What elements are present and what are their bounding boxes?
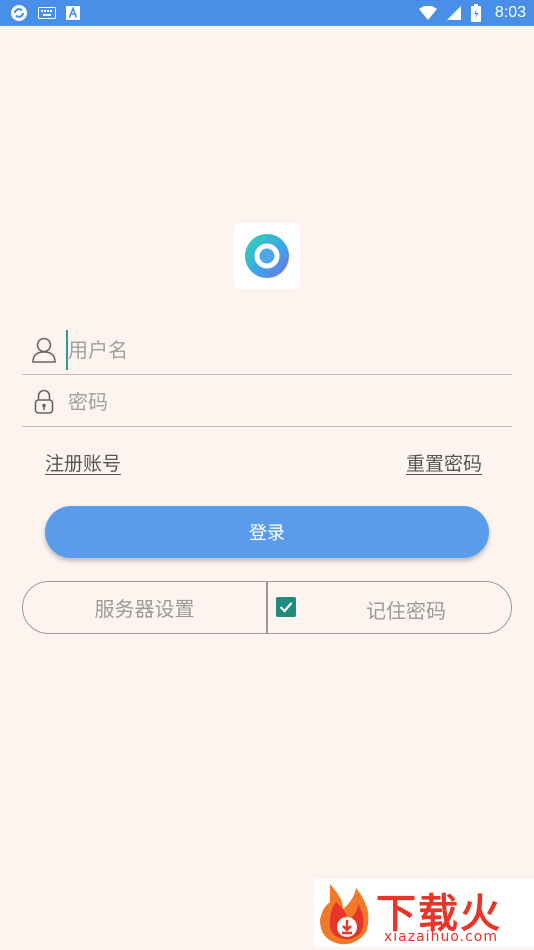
login-button[interactable]: 登录	[45, 506, 489, 558]
username-input[interactable]	[66, 329, 512, 370]
signal-icon	[446, 6, 461, 20]
check-icon	[279, 602, 293, 613]
remember-password-toggle[interactable]: 记住密码	[268, 582, 511, 633]
app-logo-icon	[245, 234, 289, 278]
sync-icon	[10, 4, 28, 22]
flame-logo-icon	[320, 884, 369, 945]
keyboard-icon	[38, 7, 56, 19]
username-row	[22, 325, 512, 375]
reset-password-link[interactable]: 重置密码	[406, 449, 482, 476]
watermark-url: xiazaihuo.com	[384, 929, 498, 945]
app-logo	[234, 223, 300, 289]
status-bar: 8:03	[0, 0, 534, 26]
lock-icon	[22, 389, 66, 415]
remember-checkbox[interactable]	[276, 597, 296, 617]
register-link[interactable]: 注册账号	[45, 449, 121, 476]
wifi-icon	[418, 6, 437, 20]
password-row	[22, 377, 512, 427]
battery-icon	[470, 4, 481, 22]
options-pill: 服务器设置 记住密码	[22, 581, 512, 634]
server-settings-button[interactable]: 服务器设置	[23, 582, 268, 633]
password-input[interactable]	[66, 381, 512, 422]
watermark: 下载火 xiazaihuo.com	[314, 879, 534, 947]
text-a-icon	[66, 6, 80, 20]
user-icon	[22, 336, 66, 364]
status-time: 8:03	[494, 4, 526, 21]
remember-password-label: 记住密码	[366, 599, 446, 623]
